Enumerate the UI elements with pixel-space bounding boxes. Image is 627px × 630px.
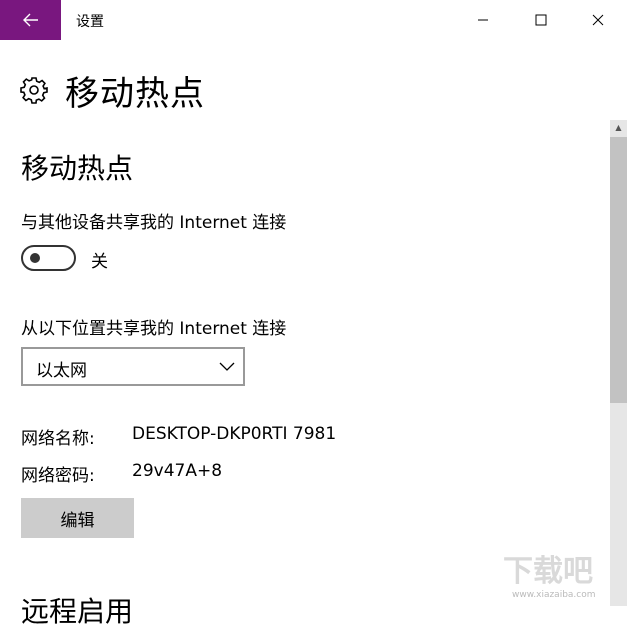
- section-title: 移动热点: [21, 152, 134, 185]
- scrollbar[interactable]: ▲: [610, 120, 627, 606]
- edit-button[interactable]: 编辑: [21, 498, 134, 538]
- maximize-icon: [535, 14, 547, 26]
- network-password-value: 29v47A+8: [132, 461, 223, 481]
- remote-enable-section-title: 远程启用: [21, 595, 134, 628]
- arrow-left-icon: [22, 13, 38, 27]
- network-name-value: DESKTOP-DKP0RTI 7981: [132, 424, 337, 444]
- close-icon: [592, 14, 604, 26]
- minimize-icon: [478, 19, 488, 21]
- back-button[interactable]: [0, 0, 61, 40]
- share-source-label: 从以下位置共享我的 Internet 连接: [21, 319, 287, 339]
- title-bar: 设置: [0, 0, 627, 40]
- toggle-state-label: 关: [91, 252, 108, 272]
- hotspot-toggle[interactable]: [21, 245, 76, 271]
- network-password-label: 网络密码:: [21, 466, 95, 486]
- watermark-logo: 下载吧: [503, 554, 593, 589]
- scrollbar-thumb[interactable]: [610, 137, 627, 403]
- connection-source-dropdown[interactable]: 以太网: [21, 347, 245, 386]
- network-name-label: 网络名称:: [21, 429, 95, 449]
- page-header: 移动热点: [20, 66, 205, 114]
- maximize-button[interactable]: [512, 0, 570, 40]
- dropdown-selected-value: 以太网: [36, 361, 87, 381]
- minimize-button[interactable]: [454, 0, 512, 40]
- toggle-knob: [30, 253, 40, 263]
- watermark-url: www.xiazaiba.com: [512, 590, 596, 600]
- scroll-up-arrow-icon[interactable]: ▲: [610, 120, 627, 134]
- gear-icon: [20, 77, 48, 104]
- close-button[interactable]: [569, 0, 627, 40]
- window-title: 设置: [76, 14, 104, 30]
- share-connection-label: 与其他设备共享我的 Internet 连接: [21, 213, 287, 233]
- chevron-down-icon: [219, 362, 235, 371]
- page-title: 移动热点: [65, 73, 205, 114]
